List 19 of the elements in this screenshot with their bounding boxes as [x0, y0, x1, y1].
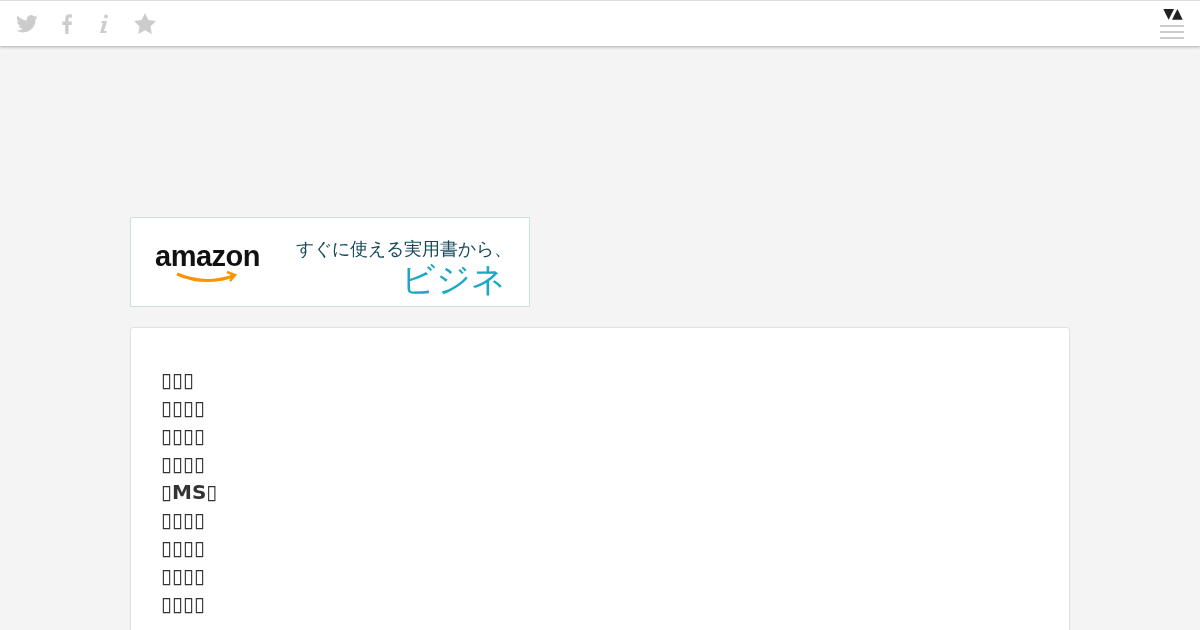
text-line: ▯▯▯▯ — [161, 423, 207, 450]
ad-banner[interactable]: amazon すぐに使える実用書から、 ビジネ — [130, 217, 530, 307]
bird-icon[interactable] — [16, 14, 38, 33]
smile-icon — [175, 270, 240, 283]
text-line: ▯▯▯▯ — [161, 507, 207, 534]
text-line: ▯▯▯ — [161, 367, 196, 394]
menu-icon[interactable] — [1160, 24, 1184, 41]
sort-toggle[interactable]: ▼▲ — [1163, 6, 1181, 20]
text-line: ▯▯▯▯ — [161, 451, 207, 478]
ad-headline: すぐに使える実用書から、 — [296, 236, 512, 261]
ad-highlight: ビジネ — [401, 261, 506, 296]
text-line: ▯▯▯▯ — [161, 535, 207, 562]
text-line: ▯▯▯▯ — [161, 591, 207, 618]
text-line: ▯▯▯▯ — [161, 395, 207, 422]
text-line: ▯▯▯▯ — [161, 563, 207, 590]
amazon-logo: amazon — [155, 241, 260, 271]
text-line: ▯MS▯ — [161, 479, 219, 506]
facebook-icon[interactable] — [62, 13, 72, 34]
star-icon[interactable] — [134, 13, 156, 34]
